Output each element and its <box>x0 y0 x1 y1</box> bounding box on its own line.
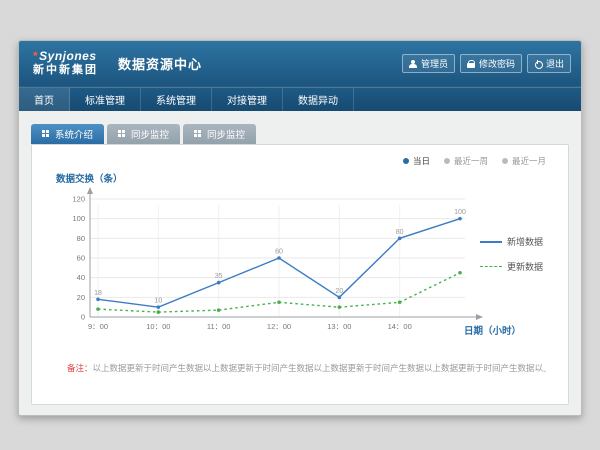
filter-dot-today <box>403 158 409 164</box>
data-point-updated-data <box>458 271 462 275</box>
grid-icon <box>42 130 50 138</box>
data-point-updated-data <box>217 308 221 312</box>
x-tick-label: 14：00 <box>388 322 412 331</box>
y-tick-label: 40 <box>77 273 85 282</box>
logo-brand: Synjones <box>39 49 96 63</box>
legend-label-new-data: 新增数据 <box>507 235 543 248</box>
tab-label-sync-monitor-2: 同步监控 <box>207 127 245 141</box>
data-point-new-data <box>96 298 100 302</box>
data-point-updated-data <box>398 300 402 304</box>
data-point-label: 18 <box>94 290 102 297</box>
logout-button[interactable]: 退出 <box>527 54 571 73</box>
nav-bar: 首页标准管理系统管理对接管理数据异动 <box>19 87 581 111</box>
nav-item-home[interactable]: 首页 <box>19 88 70 111</box>
grid-icon <box>194 130 202 138</box>
series-legend: 新增数据更新数据 <box>480 235 556 285</box>
filter-today[interactable]: 当日 <box>403 155 430 167</box>
logo-text: Synjones <box>33 50 98 64</box>
admin-button[interactable]: 管理员 <box>402 54 455 73</box>
page-title: 数据资源中心 <box>118 54 202 73</box>
data-point-label: 60 <box>275 249 283 256</box>
tab-sync-monitor-2[interactable]: 同步监控 <box>183 124 256 144</box>
y-tick-label: 120 <box>72 195 85 204</box>
filter-label-last-week: 最近一周 <box>454 155 488 167</box>
data-point-new-data <box>217 281 221 285</box>
change-password-button-label: 修改密码 <box>479 57 515 70</box>
nav-item-data-change[interactable]: 数据异动 <box>283 88 354 111</box>
y-tick-label: 100 <box>72 214 85 223</box>
data-point-new-data <box>338 296 342 300</box>
footnote: 备注：以上数据更新于时间产生数据以上数据更新于时间产生数据以上数据更新于时间产生… <box>67 362 546 374</box>
tab-label-sync-monitor-1: 同步监控 <box>131 127 169 141</box>
data-point-label: 20 <box>335 288 343 295</box>
tab-bar: 系统介绍 同步监控 同步监控 <box>31 124 256 144</box>
grid-icon <box>118 130 126 138</box>
x-tick-label: 10：00 <box>146 322 170 331</box>
lock-icon <box>467 60 475 68</box>
data-point-label: 10 <box>154 298 162 305</box>
footnote-label: 备注： <box>67 363 93 373</box>
admin-button-label: 管理员 <box>421 57 448 70</box>
nav-item-integration-management[interactable]: 对接管理 <box>212 88 283 111</box>
tab-label-system-intro: 系统介绍 <box>55 127 93 141</box>
content-area: 系统介绍 同步监控 同步监控 当日 最近一周 最近一月 数据交换（条） 0 20 40 60 8… <box>19 111 581 416</box>
data-point-label: 35 <box>215 273 223 280</box>
data-point-new-data <box>277 256 281 260</box>
data-point-updated-data <box>157 310 161 314</box>
data-point-new-data <box>398 237 402 241</box>
legend-line-new-data <box>480 241 502 243</box>
power-icon <box>534 60 542 68</box>
data-point-new-data <box>458 217 462 221</box>
data-point-label: 100 <box>454 209 466 216</box>
header-user-area: 管理员 修改密码 退出 <box>402 41 571 86</box>
content-card: 当日 最近一周 最近一月 数据交换（条） 0 20 40 60 80 100 120 9：00 10… <box>31 144 569 405</box>
x-tick-label: 13：00 <box>327 322 351 331</box>
change-password-button[interactable]: 修改密码 <box>460 54 522 73</box>
x-axis-title: 日期（小时） <box>464 323 521 337</box>
x-tick-label: 9：00 <box>88 322 108 331</box>
y-axis-arrow-icon <box>87 187 93 194</box>
filter-last-month[interactable]: 最近一月 <box>502 155 546 167</box>
footnote-text: 以上数据更新于时间产生数据以上数据更新于时间产生数据以上数据更新于时间产生数据以… <box>93 363 546 373</box>
tab-sync-monitor-1[interactable]: 同步监控 <box>107 124 180 144</box>
filter-label-last-month: 最近一月 <box>512 155 546 167</box>
data-point-updated-data <box>277 300 281 304</box>
x-tick-label: 11：00 <box>207 322 231 331</box>
tab-system-intro[interactable]: 系统介绍 <box>31 124 104 144</box>
filter-dot-last-week <box>444 158 450 164</box>
legend-new-data[interactable]: 新增数据 <box>480 235 556 248</box>
legend-line-updated-data <box>480 266 502 267</box>
legend-label-updated-data: 更新数据 <box>507 260 543 273</box>
y-axis-title: 数据交换（条） <box>56 171 123 185</box>
x-tick-label: 12：00 <box>267 322 291 331</box>
chart-canvas: 0 20 40 60 80 100 120 9：00 10：00 11：00 12：00 13：00 1… <box>50 187 495 345</box>
logo-subtitle: 新中新集团 <box>33 64 98 77</box>
filter-label-today: 当日 <box>413 155 430 167</box>
filter-dot-last-month <box>502 158 508 164</box>
y-tick-label: 0 <box>81 313 85 322</box>
data-point-label: 80 <box>396 229 404 236</box>
y-tick-label: 80 <box>77 234 85 243</box>
data-point-updated-data <box>96 307 100 311</box>
nav-item-standard-management[interactable]: 标准管理 <box>70 88 141 111</box>
data-point-updated-data <box>338 305 342 309</box>
y-tick-label: 20 <box>77 293 85 302</box>
y-tick-label: 60 <box>77 254 85 263</box>
filter-legend: 当日 最近一周 最近一月 <box>403 155 546 167</box>
x-axis-arrow-icon <box>476 314 483 320</box>
data-point-new-data <box>157 305 161 309</box>
logout-button-label: 退出 <box>546 57 564 70</box>
app-header: Synjones 新中新集团 数据资源中心 管理员 修改密码 退出 <box>19 41 581 87</box>
app-window: Synjones 新中新集团 数据资源中心 管理员修改密码退出 首页标准管理系统… <box>18 40 582 416</box>
filter-last-week[interactable]: 最近一周 <box>444 155 488 167</box>
logo: Synjones 新中新集团 <box>33 50 98 76</box>
legend-updated-data[interactable]: 更新数据 <box>480 260 556 273</box>
user-icon <box>409 60 417 68</box>
nav-item-system-management[interactable]: 系统管理 <box>141 88 212 111</box>
